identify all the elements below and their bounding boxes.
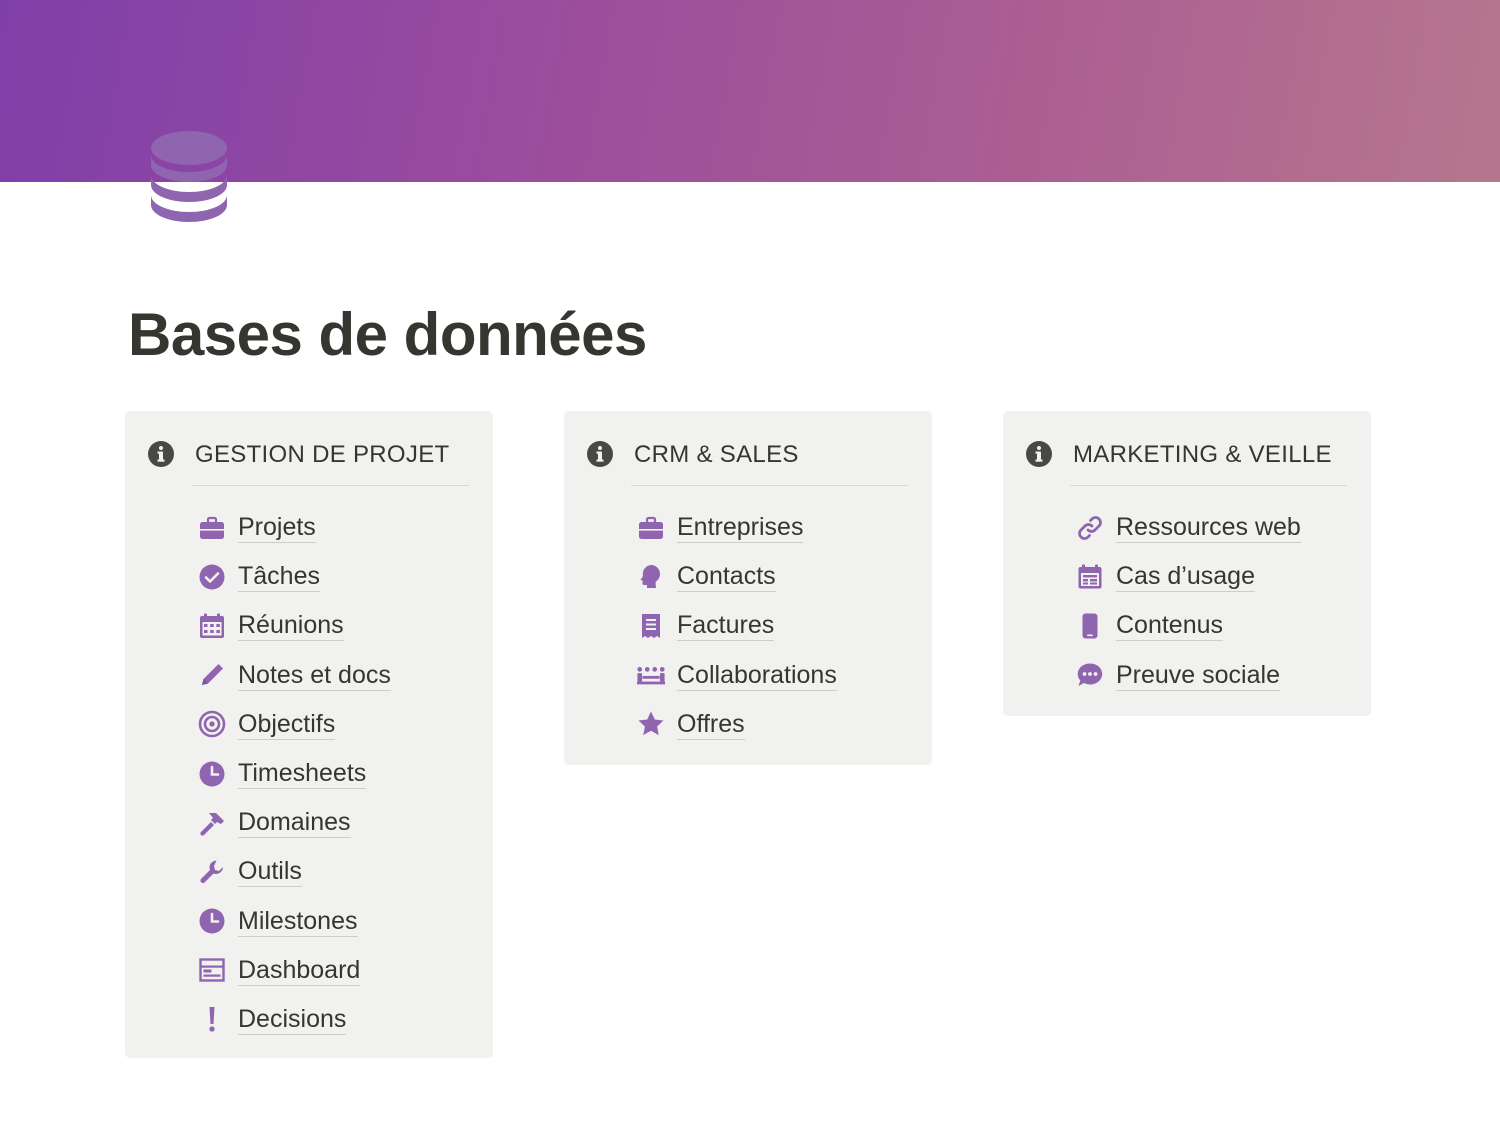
link-label: Notes et docs (238, 660, 391, 691)
receipt-icon (636, 611, 666, 641)
page-title[interactable]: Bases de données (128, 300, 647, 369)
link-projets[interactable]: Projets (197, 503, 391, 552)
star-icon (636, 709, 666, 739)
meeting-icon (636, 660, 666, 690)
link-preuve-sociale[interactable]: Preuve sociale (1075, 651, 1301, 700)
link-outils[interactable]: Outils (197, 847, 391, 896)
link-label: Milestones (238, 906, 358, 937)
database-icon[interactable] (148, 128, 230, 224)
link-offres[interactable]: Offres (636, 700, 837, 749)
divider (192, 485, 469, 486)
callout-title: MARKETING & VEILLE (1073, 441, 1332, 468)
clock-icon (197, 759, 227, 789)
link-notes-et-docs[interactable]: Notes et docs (197, 651, 391, 700)
link-label: Projets (238, 513, 316, 544)
link-label: Offres (677, 709, 745, 740)
callout-gestion-de-projet: GESTION DE PROJET Projets Tâches Réunion… (125, 411, 493, 1058)
link-objectifs[interactable]: Objectifs (197, 700, 391, 749)
info-icon (586, 440, 614, 468)
calendar-list-icon (1075, 562, 1105, 592)
link-label: Outils (238, 857, 302, 888)
link-label: Réunions (238, 611, 344, 642)
link-cas-d-usage[interactable]: Cas d’usage (1075, 552, 1301, 601)
link-list: Projets Tâches Réunions Notes et docs Ob… (197, 503, 391, 1044)
calendar-icon (197, 611, 227, 641)
divider (1070, 485, 1347, 486)
info-icon (147, 440, 175, 468)
link-label: Factures (677, 611, 775, 642)
callout-title: CRM & SALES (634, 441, 799, 468)
callout-marketing-veille: MARKETING & VEILLE Ressources web Cas d’… (1003, 411, 1371, 716)
link-label: Timesheets (238, 759, 367, 790)
link-ressources-web[interactable]: Ressources web (1075, 503, 1301, 552)
link-label: Objectifs (238, 709, 336, 740)
link-label: Ressources web (1116, 513, 1301, 544)
link-label: Preuve sociale (1116, 660, 1280, 691)
check-circle-icon (197, 562, 227, 592)
link-list: Entreprises Contacts Factures Collaborat… (636, 503, 837, 749)
pencil-icon (197, 660, 227, 690)
link-label: Domaines (238, 808, 351, 839)
clock-icon (197, 906, 227, 936)
page: Bases de données GESTION DE PROJET Proje… (0, 0, 1500, 1128)
link-entreprises[interactable]: Entreprises (636, 503, 837, 552)
link-decisions[interactable]: Decisions (197, 995, 391, 1044)
link-label: Dashboard (238, 955, 361, 986)
link-reunions[interactable]: Réunions (197, 601, 391, 650)
link-label: Contacts (677, 562, 776, 593)
link-milestones[interactable]: Milestones (197, 897, 391, 946)
callout-crm-sales: CRM & SALES Entreprises Contacts Facture… (564, 411, 932, 765)
info-icon (1025, 440, 1053, 468)
link-dashboard[interactable]: Dashboard (197, 946, 391, 995)
target-icon (197, 709, 227, 739)
link-factures[interactable]: Factures (636, 601, 837, 650)
divider (631, 485, 908, 486)
link-label: Collaborations (677, 660, 837, 691)
link-label: Decisions (238, 1004, 347, 1035)
link-timesheets[interactable]: Timesheets (197, 749, 391, 798)
link-label: Entreprises (677, 513, 804, 544)
briefcase-icon (197, 513, 227, 543)
link-list: Ressources web Cas d’usage Contenus Preu… (1075, 503, 1301, 700)
hammer-icon (197, 808, 227, 838)
link-label: Tâches (238, 562, 320, 593)
link-label: Contenus (1116, 611, 1224, 642)
dashboard-icon (197, 955, 227, 985)
callout-title: GESTION DE PROJET (195, 441, 450, 468)
phone-icon (1075, 611, 1105, 641)
briefcase-icon (636, 513, 666, 543)
link-domaines[interactable]: Domaines (197, 798, 391, 847)
wrench-icon (197, 857, 227, 887)
link-contenus[interactable]: Contenus (1075, 601, 1301, 650)
user-head-icon (636, 562, 666, 592)
link-collaborations[interactable]: Collaborations (636, 651, 837, 700)
exclamation-icon (197, 1004, 227, 1034)
link-taches[interactable]: Tâches (197, 552, 391, 601)
link-contacts[interactable]: Contacts (636, 552, 837, 601)
link-icon (1075, 513, 1105, 543)
link-label: Cas d’usage (1116, 562, 1255, 593)
chat-bubble-icon (1075, 660, 1105, 690)
